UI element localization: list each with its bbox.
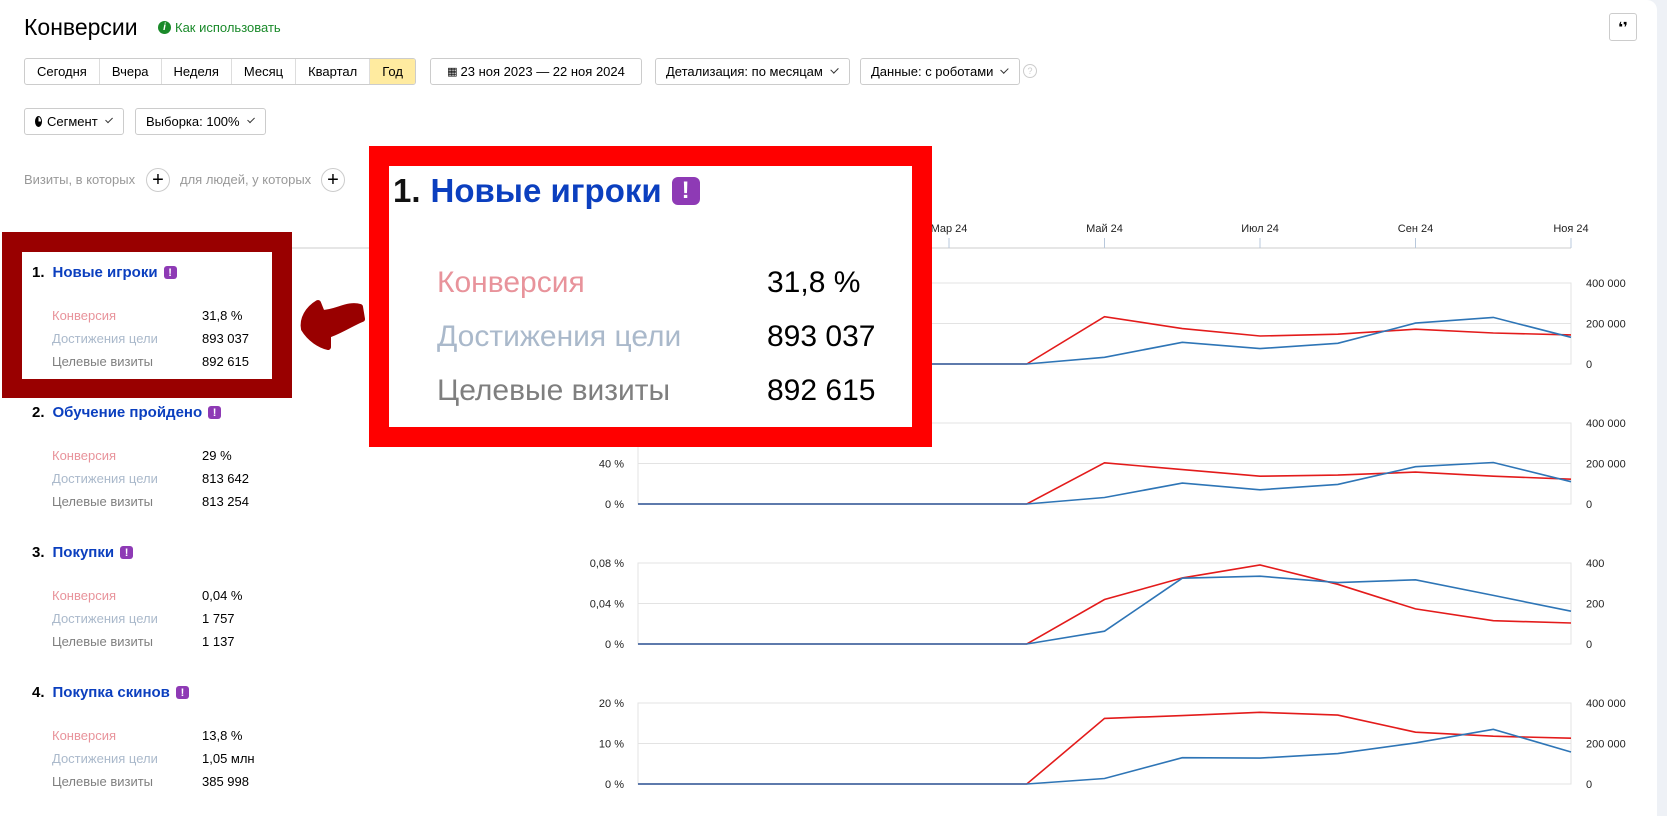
right-axis-label: 400 000 [1586, 418, 1626, 430]
zoomed-conversion-label: Конверсия [437, 266, 585, 299]
x-tick-label: Июл 24 [1241, 223, 1279, 235]
right-axis-label: 200 000 [1586, 319, 1626, 331]
right-axis-label: 200 [1586, 599, 1604, 611]
zoomed-goal-name: Новые игроки [430, 172, 662, 209]
left-axis-label: 10 % [599, 739, 624, 751]
x-tick-label: Ноя 24 [1553, 223, 1588, 235]
right-axis-label: 200 000 [1586, 459, 1626, 471]
conversion-line [638, 711, 1572, 785]
left-axis-label: 0,04 % [590, 599, 624, 611]
right-axis-label: 0 [1586, 359, 1592, 371]
right-axis-label: 400 000 [1586, 278, 1626, 290]
zoomed-goal-title: 1. Новые игроки ! [393, 172, 700, 210]
zoomed-conversion-value: 31,8 % [767, 266, 861, 299]
x-tick-label: Мар 24 [931, 223, 968, 235]
right-axis-label: 0 [1586, 499, 1592, 511]
left-axis-label: 0,08 % [590, 558, 624, 570]
warning-icon: ! [671, 177, 700, 205]
zoomed-visits-value: 892 615 [767, 374, 876, 407]
right-axis-label: 400 [1586, 558, 1604, 570]
right-axis-label: 400 000 [1586, 698, 1626, 710]
right-axis-label: 200 000 [1586, 739, 1626, 751]
zoomed-achievements-value: 893 037 [767, 320, 876, 353]
left-axis-label: 20 % [599, 698, 624, 710]
zoomed-goal-callout: 1. Новые игроки ! Конверсия 31,8 % Достиж… [369, 146, 932, 447]
visits-line [638, 575, 1572, 645]
visits-line [638, 728, 1572, 785]
left-axis-label: 0 % [605, 779, 624, 791]
x-tick-label: Май 24 [1086, 223, 1123, 235]
left-axis-label: 0 % [605, 499, 624, 511]
x-tick-label: Сен 24 [1398, 223, 1433, 235]
zoomed-achievements-label: Достижения цели [437, 320, 682, 353]
zoomed-goal-number: 1. [393, 172, 421, 209]
right-axis-label: 0 [1586, 639, 1592, 651]
conversion-line [638, 564, 1572, 645]
left-axis-label: 40 % [599, 459, 624, 471]
left-axis-label: 0 % [605, 639, 624, 651]
zoomed-visits-label: Целевые визиты [437, 374, 671, 407]
right-axis-label: 0 [1586, 779, 1592, 791]
visits-line [638, 461, 1572, 505]
